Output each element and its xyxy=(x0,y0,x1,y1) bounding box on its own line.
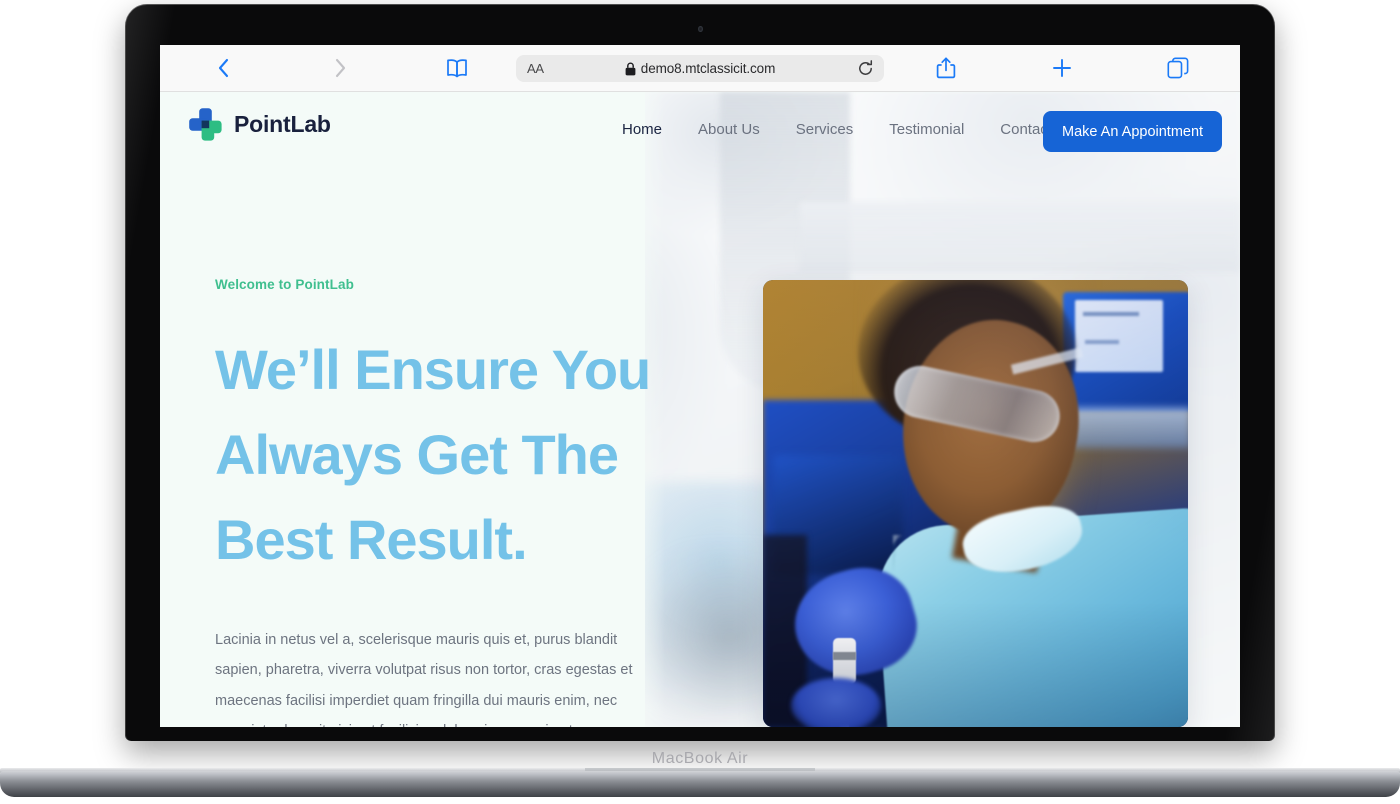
device-label: MacBook Air xyxy=(651,750,749,767)
photo-color-grade xyxy=(763,280,1188,727)
medical-cross-logo-icon xyxy=(188,107,223,142)
nav-item-services[interactable]: Services xyxy=(778,121,872,138)
hero-heading: We’ll Ensure You Always Get The Best Res… xyxy=(215,338,651,572)
hero-background-shelf xyxy=(800,202,1240,272)
brand-name: PointLab xyxy=(234,111,331,137)
tabs-icon[interactable] xyxy=(1164,54,1192,82)
hero-copy: Welcome to PointLab We’ll Ensure You Alw… xyxy=(215,277,655,727)
safari-toolbar: AA demo8.mtclassicit.com xyxy=(160,45,1240,92)
site-header: PointLab Home About Us Services Testimon… xyxy=(160,92,1240,167)
address-bar[interactable]: AA demo8.mtclassicit.com xyxy=(516,55,884,82)
hero-eyebrow: Welcome to PointLab xyxy=(215,277,354,292)
chevron-right-icon[interactable] xyxy=(326,54,354,82)
nav-item-home[interactable]: Home xyxy=(604,121,680,138)
nav-item-about-us[interactable]: About Us xyxy=(680,121,778,138)
reload-icon[interactable] xyxy=(857,60,874,77)
webcam-icon xyxy=(698,26,703,32)
screen-viewport: AA demo8.mtclassicit.com PointLab Home A… xyxy=(160,45,1240,727)
url-display: demo8.mtclassicit.com xyxy=(516,55,884,82)
brand-logo[interactable]: PointLab xyxy=(188,107,331,142)
chevron-left-icon[interactable] xyxy=(210,54,238,82)
hero-lab-technician-photo xyxy=(763,280,1188,727)
share-icon[interactable] xyxy=(932,54,960,82)
website-content: PointLab Home About Us Services Testimon… xyxy=(160,92,1240,727)
laptop-base xyxy=(0,771,1400,797)
book-icon[interactable] xyxy=(443,54,471,82)
lock-icon xyxy=(625,62,636,75)
make-an-appointment-button[interactable]: Make An Appointment xyxy=(1043,111,1223,152)
nav-item-testimonial[interactable]: Testimonial xyxy=(871,121,982,138)
main-navigation: Home About Us Services Testimonial Conta… xyxy=(604,92,1092,167)
plus-icon[interactable] xyxy=(1048,54,1076,82)
laptop-mockup: AA demo8.mtclassicit.com PointLab Home A… xyxy=(0,0,1400,804)
url-text: demo8.mtclassicit.com xyxy=(640,61,776,76)
hero-paragraph: Lacinia in netus vel a, scelerisque maur… xyxy=(215,632,633,727)
